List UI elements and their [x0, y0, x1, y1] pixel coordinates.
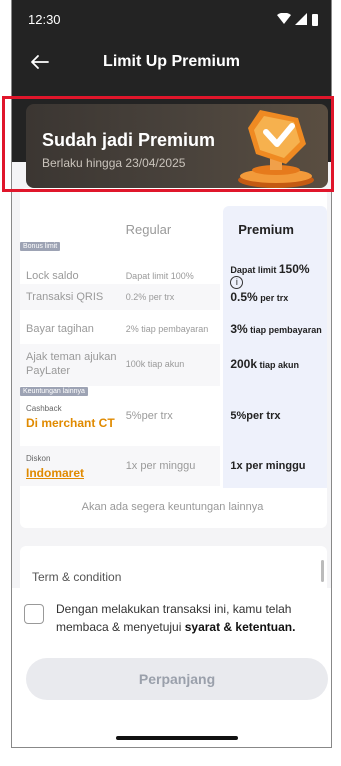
table-row: Ajak teman ajukan PayLater 100k tiap aku… [26, 351, 300, 377]
home-indicator [116, 736, 238, 740]
tag-other-benefits: Keuntungan lainnya [20, 387, 88, 396]
col-regular: Regular [125, 222, 172, 237]
agreement-text: Dengan melakukan transaksi ini, kamu tel… [56, 602, 296, 634]
status-bar: 12:30 [28, 10, 319, 28]
terms-link[interactable]: syarat & ketentuan. [185, 620, 296, 634]
signal-icon [295, 13, 307, 25]
content: Regular Premium Bonus limit Lock saldo D… [12, 188, 331, 747]
extend-button[interactable]: Perpanjang [26, 658, 328, 700]
battery-icon [312, 13, 318, 26]
highlight-box [2, 96, 334, 192]
status-time: 12:30 [28, 11, 61, 27]
table-row: Transaksi QRIS 0.2% per trx 0.5% per trx [26, 290, 289, 304]
info-icon[interactable]: i [230, 276, 244, 289]
table-header: Regular Premium [20, 222, 323, 237]
terms-title[interactable]: Term & condition [32, 570, 121, 584]
page-title: Limit Up Premium [103, 53, 240, 70]
back-arrow-icon[interactable] [26, 48, 54, 76]
agree-checkbox[interactable] [24, 604, 44, 624]
indomaret-link[interactable]: Indomaret [26, 466, 118, 480]
table-row: Cashback Di merchant CT 5%per trx 5%per t… [26, 404, 281, 430]
more-benefits-note: Akan ada segera keuntungan lainnya [81, 501, 264, 513]
scrollbar[interactable] [321, 560, 324, 582]
wifi-icon [277, 13, 291, 24]
table-row: Diskon Indomaret 1x per minggu 1x per min… [26, 454, 306, 480]
top-bar: Limit Up Premium [12, 46, 331, 78]
bottom-sheet: Dengan melakukan transaksi ini, kamu tel… [12, 588, 331, 747]
tag-bonus-limit: Bonus limit [20, 242, 61, 251]
col-premium: Premium [238, 222, 294, 237]
table-row: Bayar tagihan 2% tiap pembayaran 3% tiap… [26, 322, 322, 336]
